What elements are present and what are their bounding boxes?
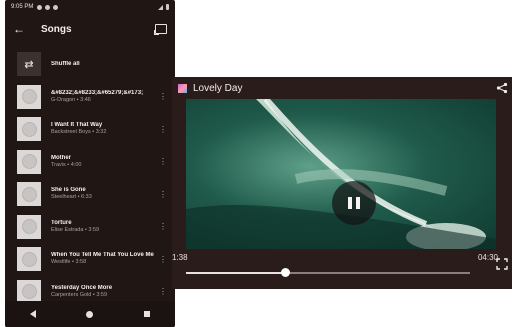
song-list: ⇄ Shuffle all &#8232;&#8233;&#65279;&#17… xyxy=(5,48,175,308)
seek-bar[interactable] xyxy=(186,268,470,277)
album-art xyxy=(17,149,41,174)
list-item[interactable]: Mother Travis • 4:00 ⋮ xyxy=(5,146,175,179)
list-item[interactable]: I Want It That Way Backstreet Boys • 3:32… xyxy=(5,113,175,146)
cast-icon[interactable] xyxy=(154,24,167,35)
song-subtitle: Steelheart • 6:33 xyxy=(51,194,92,201)
list-item[interactable]: Torture Elise Estrada • 3:59 ⋮ xyxy=(5,211,175,244)
seek-handle[interactable] xyxy=(281,268,291,277)
more-vert-icon[interactable]: ⋮ xyxy=(159,222,167,231)
song-subtitle: Backstreet Boys • 3:32 xyxy=(51,129,107,136)
song-title: Torture xyxy=(51,219,72,226)
shuffle-icon: ⇄ xyxy=(17,52,41,77)
battery-icon xyxy=(166,4,169,10)
duration-time: 04:30 xyxy=(477,253,498,262)
more-vert-icon[interactable]: ⋮ xyxy=(159,92,167,101)
shuffle-all-button[interactable]: ⇄ Shuffle all xyxy=(5,48,175,81)
song-title: Mother xyxy=(51,154,71,161)
status-bar: 9:05 PM xyxy=(5,0,175,14)
notification-icon xyxy=(53,4,59,10)
album-art xyxy=(17,247,41,272)
system-nav-bar xyxy=(5,301,175,327)
album-art xyxy=(17,84,41,109)
arrow-back-icon[interactable]: ← xyxy=(13,22,29,36)
pause-icon xyxy=(348,197,352,209)
player-header: Lovely Day xyxy=(172,77,512,99)
notification-icon xyxy=(45,4,51,10)
nav-home-icon[interactable] xyxy=(86,310,94,318)
page-title: Songs xyxy=(41,23,72,35)
share-icon[interactable] xyxy=(496,82,508,94)
list-item[interactable]: &#8232;&#8233;&#65279;&#173; G-Dragon • 3… xyxy=(5,81,175,114)
app-toolbar: ← Songs xyxy=(5,14,175,44)
nav-back-icon[interactable] xyxy=(30,310,37,318)
video-player: Lovely Day 1:38 04:30 xyxy=(172,77,512,289)
song-title: She is Gone xyxy=(51,187,86,194)
album-art-icon xyxy=(178,83,187,93)
album-art xyxy=(17,117,41,142)
album-art xyxy=(17,214,41,239)
video-frame[interactable] xyxy=(186,99,496,249)
seek-progress xyxy=(186,272,286,274)
song-subtitle: Elise Estrada • 3:59 xyxy=(51,226,100,233)
shuffle-label: Shuffle all xyxy=(51,60,80,67)
song-title: I Want It That Way xyxy=(51,122,103,129)
notification-icon xyxy=(37,4,43,10)
song-subtitle: Westlife • 3:58 xyxy=(51,259,87,266)
more-vert-icon[interactable]: ⋮ xyxy=(159,190,167,199)
song-title: Yesterday Once More xyxy=(51,284,113,291)
video-title: Lovely Day xyxy=(193,82,243,94)
more-vert-icon[interactable]: ⋮ xyxy=(159,157,167,166)
status-time: 9:05 PM xyxy=(11,4,34,10)
album-art xyxy=(17,182,41,207)
pause-button[interactable] xyxy=(332,181,376,225)
phone-screen: 9:05 PM ← Songs ⇄ Shuffle all &#8232;&#8… xyxy=(5,0,175,327)
more-vert-icon[interactable]: ⋮ xyxy=(159,255,167,264)
more-vert-icon[interactable]: ⋮ xyxy=(159,125,167,134)
nav-recents-icon[interactable] xyxy=(143,311,150,317)
fullscreen-icon[interactable] xyxy=(496,258,508,270)
video-image xyxy=(186,99,496,249)
song-subtitle: Travis • 4:00 xyxy=(51,161,82,168)
song-title: &#8232;&#8233;&#65279;&#173; xyxy=(51,89,144,96)
list-item[interactable]: She is Gone Steelheart • 6:33 ⋮ xyxy=(5,178,175,211)
more-vert-icon[interactable]: ⋮ xyxy=(159,287,167,296)
current-time: 1:38 xyxy=(172,253,188,262)
pause-icon xyxy=(356,197,360,209)
song-subtitle: G-Dragon • 3:46 xyxy=(51,96,91,103)
signal-icon xyxy=(158,4,163,10)
list-item[interactable]: When You Tell Me That You Love Me Westlif… xyxy=(5,243,175,276)
song-subtitle: Carpenters Gold • 3:59 xyxy=(51,291,108,298)
song-title: When You Tell Me That You Love Me xyxy=(51,252,154,259)
